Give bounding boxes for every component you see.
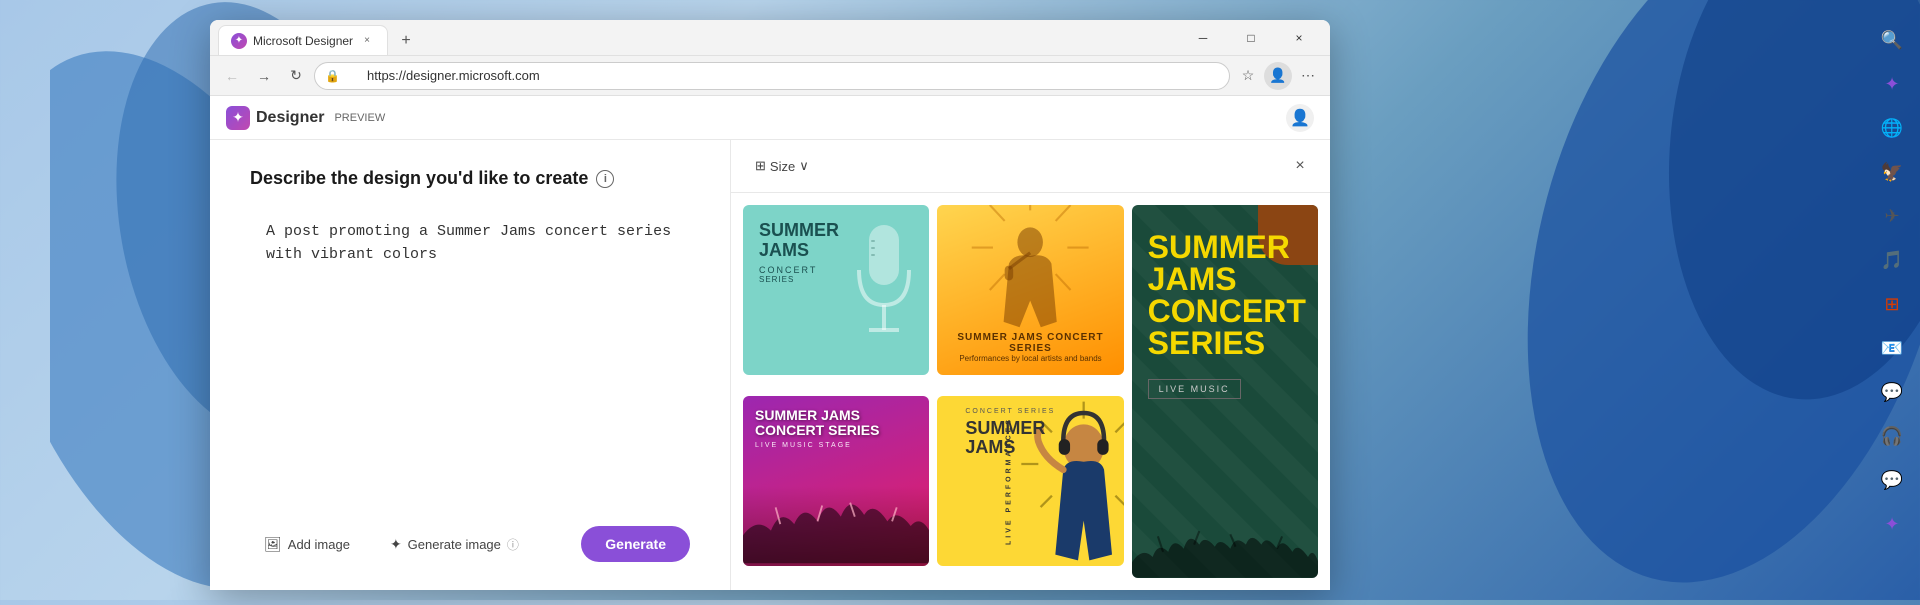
designer-logo-icon: ✦ — [226, 106, 250, 130]
browser-content: ✦ Designer PREVIEW 👤 Describe the design… — [210, 96, 1330, 590]
main-content: Describe the design you'd like to create… — [210, 140, 1330, 590]
card-4-sub: LIVE MUSIC STAGE — [755, 442, 917, 449]
tab-title: Microsoft Designer — [253, 34, 353, 48]
prompt-input[interactable]: A post promoting a Summer Jams concert s… — [250, 205, 690, 498]
more-options-button[interactable]: ⋯ — [1294, 62, 1322, 90]
designs-grid: SUMMERJAMS CONCERT SERIES — [731, 193, 1330, 590]
crowd-silhouette — [1132, 526, 1318, 578]
add-image-button[interactable]: 🖼 Add image — [250, 528, 364, 561]
right-sidebar: 🔍 ✦ 🌐 🦅 ✈ 🎵 ⊞ 📧 💬 🎧 💬 ✦ — [1864, 20, 1920, 544]
music-button[interactable]: 🎵 — [1872, 240, 1912, 280]
card-4-title: SUMMER JAMSCONCERT SERIES — [755, 408, 917, 439]
chevron-down-icon: ∨ — [799, 158, 809, 174]
info-icon[interactable]: i — [596, 170, 614, 188]
extensions-button[interactable]: ✈ — [1872, 196, 1912, 236]
generate-image-icon: ✦ — [390, 536, 402, 553]
card-1-sub2: SERIES — [759, 275, 913, 284]
window-controls: ─ □ × — [1180, 22, 1322, 54]
panel-close-button[interactable]: × — [1286, 152, 1314, 180]
app-name: Designer — [256, 109, 324, 127]
tab-area: ✦ Microsoft Designer × + — [218, 20, 1180, 55]
generate-image-button[interactable]: ✦ Generate image ⓘ — [376, 528, 533, 561]
card-2-title: SUMMER JAMS CONCERT SERIES — [949, 332, 1111, 354]
card-2-text: SUMMER JAMS CONCERT SERIES Performances … — [949, 332, 1111, 363]
profile-button[interactable]: 👤 — [1264, 62, 1292, 90]
browser-window: ✦ Microsoft Designer × + ─ □ × ← → ↻ 🔒 h… — [210, 20, 1330, 590]
design-card-2[interactable]: SUMMER JAMS CONCERT SERIES Performances … — [937, 205, 1123, 375]
generate-image-info: ⓘ — [507, 536, 519, 553]
close-button[interactable]: × — [1276, 22, 1322, 54]
card-3-text: SUMMERJAMSCONCERTSERIES — [1148, 231, 1302, 359]
designer-sidebar-button[interactable]: ✦ — [1872, 504, 1912, 544]
browser-actions: ☆ 👤 ⋯ — [1234, 62, 1322, 90]
add-image-icon: 🖼 — [264, 536, 282, 553]
skype-button[interactable]: 💬 — [1872, 372, 1912, 412]
card-1-title: SUMMERJAMS — [759, 221, 913, 261]
design-card-1[interactable]: SUMMERJAMS CONCERT SERIES — [743, 205, 929, 375]
card-3-label: LIVE MUSIC — [1148, 379, 1302, 399]
crowd-graphic — [743, 486, 929, 566]
bing-button[interactable]: 🌐 — [1872, 108, 1912, 148]
office-button[interactable]: ⊞ — [1872, 284, 1912, 324]
card-4-crowd — [743, 486, 929, 566]
search-button[interactable]: 🔍 — [1872, 20, 1912, 60]
describe-title: Describe the design you'd like to create… — [250, 168, 690, 189]
messenger-button[interactable]: 💬 — [1872, 460, 1912, 500]
browser-tab[interactable]: ✦ Microsoft Designer × — [218, 25, 388, 55]
left-panel: Describe the design you'd like to create… — [210, 140, 730, 590]
back-button[interactable]: ← — [218, 62, 246, 90]
outlook-button[interactable]: 📧 — [1872, 328, 1912, 368]
designer-logo: ✦ Designer PREVIEW — [226, 106, 385, 130]
card-1-subtitle: CONCERT — [759, 265, 913, 275]
right-panel: ⊞ Size ∨ × SUMMERJAMS CONCERT SERIES — [730, 140, 1330, 590]
card-5-sub: CONCERT SERIES — [965, 408, 1111, 415]
card-2-sub: Performances by local artists and bands — [949, 354, 1111, 363]
lock-icon: 🔒 — [325, 69, 340, 83]
header-right: 👤 — [1286, 104, 1314, 132]
copilot-button[interactable]: ✦ — [1872, 64, 1912, 104]
card-3-main-title: SUMMERJAMSCONCERTSERIES — [1148, 231, 1302, 359]
card-5-title: SUMMERJAMS — [965, 419, 1111, 459]
card-5-content: CONCERT SERIES SUMMERJAMS — [965, 408, 1111, 459]
size-selector[interactable]: ⊞ Size ∨ — [747, 154, 817, 178]
favorites-icon[interactable]: ☆ — [1234, 62, 1262, 90]
user-profile-button[interactable]: 👤 — [1286, 104, 1314, 132]
spotify-button[interactable]: 🎧 — [1872, 416, 1912, 456]
new-tab-button[interactable]: + — [392, 27, 420, 55]
address-input[interactable]: 🔒 https://designer.microsoft.com — [314, 62, 1230, 90]
card-3-label-box: LIVE MUSIC — [1148, 379, 1241, 399]
minimize-button[interactable]: ─ — [1180, 22, 1226, 54]
maximize-button[interactable]: □ — [1228, 22, 1274, 54]
panel-header: ⊞ Size ∨ × — [731, 140, 1330, 193]
card-1-text: SUMMERJAMS CONCERT SERIES — [759, 221, 913, 284]
designer-header: ✦ Designer PREVIEW 👤 — [210, 96, 1330, 140]
tab-favicon: ✦ — [231, 33, 247, 49]
refresh-button[interactable]: ↻ — [282, 62, 310, 90]
preview-badge: PREVIEW — [334, 112, 385, 124]
tab-close-button[interactable]: × — [359, 33, 375, 49]
design-card-4[interactable]: SUMMER JAMSCONCERT SERIES LIVE MUSIC STA… — [743, 396, 929, 566]
url-text: https://designer.microsoft.com — [347, 68, 540, 83]
forward-button[interactable]: → — [250, 62, 278, 90]
card-4-text: SUMMER JAMSCONCERT SERIES LIVE MUSIC STA… — [755, 408, 917, 450]
generate-button[interactable]: Generate — [581, 526, 690, 562]
design-card-5[interactable]: LIVE PERFORMANCES CONCERT SERIES SUMMERJ… — [937, 396, 1123, 566]
address-bar: ← → ↻ 🔒 https://designer.microsoft.com ☆… — [210, 56, 1330, 96]
design-card-3[interactable]: SUMMERJAMSCONCERTSERIES LIVE MUSIC — [1132, 205, 1318, 578]
collections-button[interactable]: 🦅 — [1872, 152, 1912, 192]
size-icon: ⊞ — [755, 158, 766, 174]
title-bar: ✦ Microsoft Designer × + ─ □ × — [210, 20, 1330, 56]
bottom-actions: 🖼 Add image ✦ Generate image ⓘ Generate — [250, 514, 690, 562]
